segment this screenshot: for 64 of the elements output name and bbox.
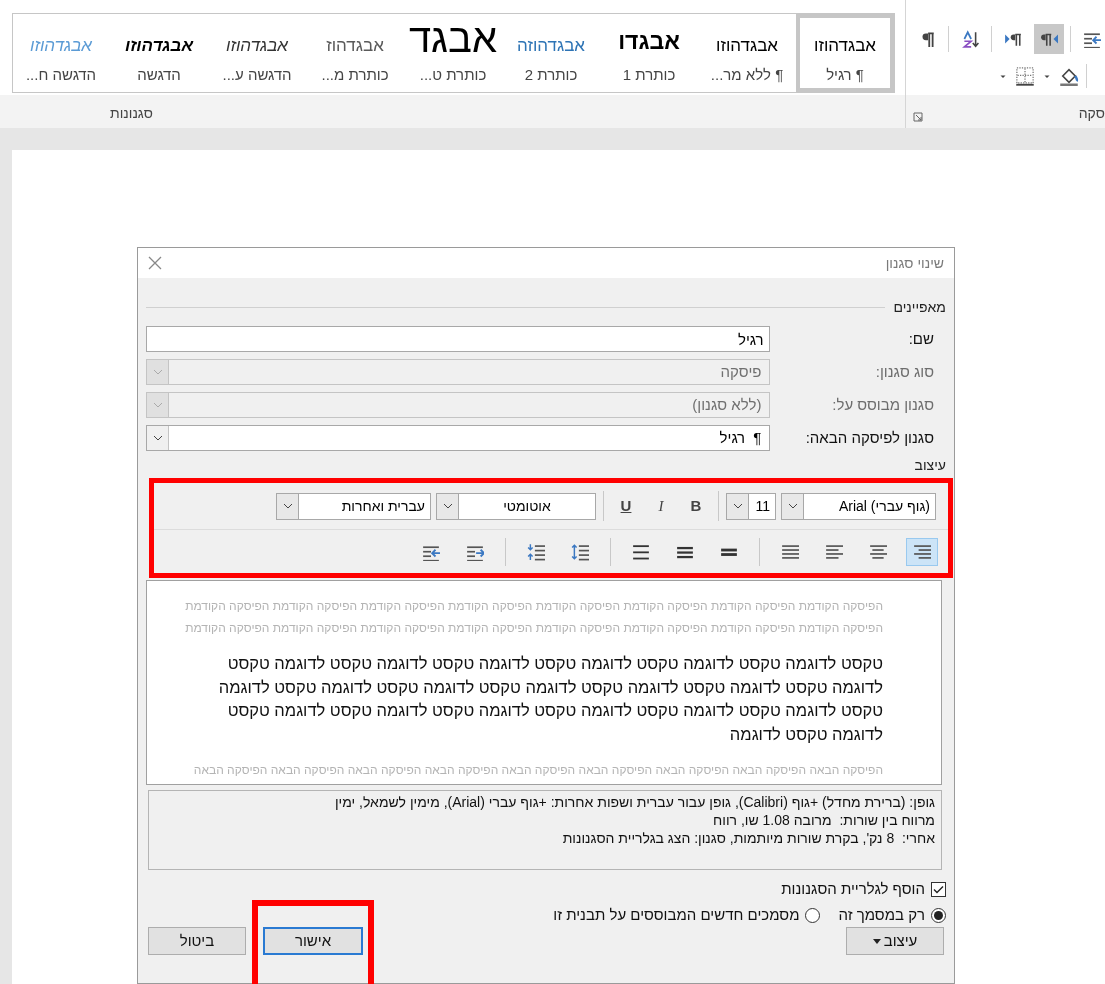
align-right-icon xyxy=(913,542,931,561)
align-left-icon xyxy=(825,542,843,561)
chevron-down-icon xyxy=(152,369,163,375)
field-label: שם: xyxy=(907,328,935,349)
preview-sample-text: טקסט לדוגמה טקסט לדוגמה טקסט לדוגמה טקסט לדוגמה טקסט לדוגמה טקסט לדוגמה טקסט לדוגמה טקסט לדוגמה טקסט לדוגמה טקסט לדוגמה טקסט לדוגמה טקסט לדוגמה טקסט לדוגמה טקסט לדוגמה טקסט לדוגמה טקסט לדוגמה טקסט לדוגמה טקסט לדוגמה טקסט לדוגמה טקסט לדוגמה טקסט לדוגמה xyxy=(217,653,883,745)
group-label: סקה xyxy=(1078,104,1105,123)
window-title: שינוי סגנון xyxy=(885,253,944,273)
preview-next-paragraph: הפיסקה הבאה הפיסקה הבאה הפיסקה הבאה הפיסקה הבאה הפיסקה הבאה הפיסקה הבאה הפיסקה הבאה הפיסקה הבאה הפיסקה הבאה xyxy=(192,762,883,779)
paint-bucket-icon xyxy=(1059,66,1079,86)
field-label: סגנון לפיסקה הבאה: xyxy=(804,427,935,448)
line-spacing-icon xyxy=(527,542,545,561)
align-center-icon xyxy=(869,542,887,561)
chevron-down-icon xyxy=(732,503,743,509)
section-heading: עיצוב xyxy=(913,457,946,473)
check-icon xyxy=(933,884,944,894)
radio-label: מסמכים חדשים המבוססים על תבנית זו xyxy=(553,904,800,925)
field-label: סגנון מבוסס על: xyxy=(831,394,935,415)
style-gallery-item[interactable]: אבגד כותרת ט... xyxy=(404,14,502,92)
style-gallery-item[interactable]: אבגדהוזו הדגשה ע... xyxy=(208,14,306,92)
close-icon[interactable] xyxy=(148,256,162,270)
group-label: סגנונות xyxy=(110,104,153,123)
checkbox[interactable] xyxy=(931,881,946,897)
section-heading: מאפיינים xyxy=(893,298,946,317)
dropdown[interactable]: עברית ואחרות xyxy=(276,492,431,520)
toolbar-button[interactable] xyxy=(1034,24,1064,54)
dropdown[interactable]: ¶ רגיל xyxy=(146,425,771,451)
lines-icon xyxy=(632,542,650,561)
checkbox-label: הוסף לגלריית הסגנונות xyxy=(781,878,925,899)
dropdown[interactable]: אוטומטי xyxy=(436,492,596,520)
chevron-down-icon xyxy=(152,435,163,441)
toolbar-button[interactable] xyxy=(906,537,938,566)
caret-icon xyxy=(872,938,881,944)
italic-button[interactable]: I xyxy=(646,492,676,520)
dialog-launcher-icon[interactable] xyxy=(913,112,923,122)
name-field[interactable]: רגיל xyxy=(146,326,771,352)
bold-button[interactable]: B xyxy=(681,492,711,520)
style-gallery-item[interactable]: אבגדהוז כותרת מ... xyxy=(306,14,404,92)
chevron-down-icon xyxy=(787,503,798,509)
radio-button[interactable] xyxy=(931,907,946,923)
dropdown[interactable]: 11 xyxy=(726,492,776,520)
style-gallery-item[interactable]: אבגדהוזו ¶ רגיל xyxy=(796,14,894,92)
chevron-down-icon xyxy=(152,402,163,408)
borders-icon xyxy=(1015,66,1035,86)
chevron-down-icon xyxy=(282,503,293,509)
ok-button[interactable]: אישור xyxy=(263,927,363,955)
chevron-down-icon xyxy=(442,503,453,509)
style-gallery-item[interactable]: אבגדהוזו הדגשה xyxy=(110,14,208,92)
radio-button[interactable] xyxy=(805,907,821,923)
preview-previous-paragraph: הפיסקה הקודמת הפיסקה הקודמת הפיסקה הקודמת הפיסקה הקודמת הפיסקה הקודמת הפיסקה הקודמת הפיסקה הקודמת הפיסקה הקודמת הפיסקה הקודמת הפיסקה הקודמת הפיסקה הקודמת הפיסקה הקודמת הפיסקה הקודמת הפיסקה הקודמת הפיסקה הקודמת הפיסקה הקודמת xyxy=(187,598,883,637)
indent-icon xyxy=(1083,30,1101,48)
menu-button[interactable]: עיצוב xyxy=(846,927,944,955)
style-gallery-item[interactable]: אבגדהוזה כותרת 2 xyxy=(502,14,600,92)
field-label: סוג סגנון: xyxy=(874,361,935,382)
underline-button[interactable]: U xyxy=(611,492,641,520)
style-gallery-item[interactable]: אבגדו כותרת 1 xyxy=(600,14,698,92)
cancel-button[interactable]: ביטול xyxy=(148,927,246,955)
style-gallery-item[interactable]: אבגדהוזו הדגשה ח... xyxy=(13,14,110,92)
style-gallery-item[interactable]: אבגדהוזו ¶ ללא מר... xyxy=(698,14,796,92)
sort-icon xyxy=(961,30,979,48)
line-spacing-icon xyxy=(571,542,589,561)
justify-icon xyxy=(781,542,799,561)
dropdown[interactable]: (גוף עברי) Arial xyxy=(781,492,936,520)
radio-label: רק במסמך זה xyxy=(838,904,925,925)
style-description: גופן: (ברירת מחדל) +גוף (Calibri), גופן עבור עברית ושפות אחרות: +גוף עברי (Arial), מימין לשמאל, ימין מרווח בין שורות: מרובה 1.08 שו, רווח אחרי: 8 נק', בקרת שורות מיותמות, סגנון: הצג בגלריית הסגנונות xyxy=(333,793,935,847)
